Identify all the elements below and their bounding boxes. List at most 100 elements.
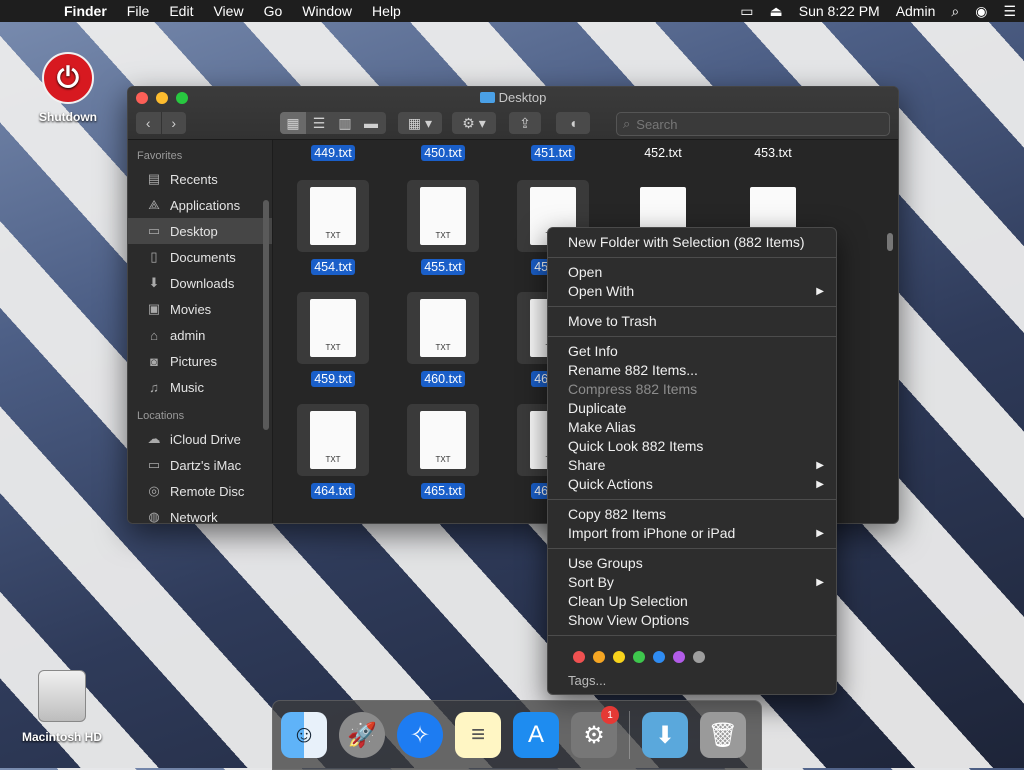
tag-blue[interactable] xyxy=(653,651,665,663)
clock[interactable]: Sun 8:22 PM xyxy=(791,3,888,19)
tag-yellow[interactable] xyxy=(613,651,625,663)
sidebar-item-admin[interactable]: ⌂ admin xyxy=(128,322,272,348)
sidebar-label: iCloud Drive xyxy=(170,431,241,447)
trash-icon[interactable]: 🗑 xyxy=(700,712,746,758)
notification-badge: 1 xyxy=(601,706,619,724)
submenu-arrow-icon: ▶ xyxy=(816,479,824,490)
applications-icon: ⟁ xyxy=(148,197,160,212)
gallery-view-button[interactable]: ▬ xyxy=(358,112,384,134)
menu-item-open-with[interactable]: Open With ▶ xyxy=(548,282,836,301)
tag-red[interactable] xyxy=(573,651,585,663)
sidebar-item-desktop[interactable]: ▭ Desktop xyxy=(128,218,272,244)
file-item[interactable]: 449.txt xyxy=(278,144,388,162)
file-item[interactable]: 460.txt xyxy=(388,292,498,388)
menu-item-make-alias[interactable]: Make Alias xyxy=(548,418,836,437)
back-button[interactable]: ‹ xyxy=(136,112,162,134)
group-button[interactable]: ▦ ▾ xyxy=(398,112,442,134)
tag-green[interactable] xyxy=(633,651,645,663)
file-item[interactable]: 450.txt xyxy=(388,144,498,162)
macintosh-hd-desktop-icon[interactable]: Macintosh HD xyxy=(14,670,110,744)
file-item[interactable]: 452.txt xyxy=(608,144,718,162)
file-item[interactable]: 459.txt xyxy=(278,292,388,388)
sidebar-item-applications[interactable]: ⟁ Applications xyxy=(128,192,272,218)
menu-item-quick-actions[interactable]: Quick Actions ▶ xyxy=(548,475,836,494)
menu-window[interactable]: Window xyxy=(292,3,362,19)
sidebar-item-downloads[interactable]: ⬇ Downloads xyxy=(128,270,272,296)
list-view-button[interactable]: ☰ xyxy=(306,112,332,134)
menu-item-show-view-options[interactable]: Show View Options xyxy=(548,611,836,630)
content-scrollbar[interactable] xyxy=(887,233,893,251)
notification-center-icon[interactable]: ☰ xyxy=(995,3,1024,20)
sidebar-item-icloud-drive[interactable]: ☁ iCloud Drive xyxy=(128,426,272,452)
file-item[interactable]: 464.txt xyxy=(278,404,388,500)
menu-item-tags[interactable]: Tags... xyxy=(548,671,836,690)
sidebar-item-movies[interactable]: ▣ Movies xyxy=(128,296,272,322)
menu-item-rename[interactable]: Rename 882 Items... xyxy=(548,361,836,380)
notes-icon[interactable]: ≡ xyxy=(455,712,501,758)
group-icon: ▦ ▾ xyxy=(407,114,433,131)
file-name: 451.txt xyxy=(531,145,575,161)
sidebar-item-remote-disc[interactable]: ◎ Remote Disc xyxy=(128,478,272,504)
search-placeholder: Search xyxy=(636,116,678,132)
menu-item-clean-up-selection[interactable]: Clean Up Selection xyxy=(548,592,836,611)
sidebar-item-music[interactable]: ♫ Music xyxy=(128,374,272,400)
file-item[interactable]: 451.txt xyxy=(498,144,608,162)
file-item[interactable]: 454.txt xyxy=(278,180,388,276)
menu-item-import-from-iphone[interactable]: Import from iPhone or iPad ▶ xyxy=(548,524,836,543)
siri-icon[interactable]: ◉ xyxy=(967,3,995,20)
submenu-arrow-icon: ▶ xyxy=(816,286,824,297)
menu-help[interactable]: Help xyxy=(362,3,411,19)
sidebar-scrollbar[interactable] xyxy=(263,200,269,430)
share-button[interactable]: ⇪ xyxy=(509,112,541,134)
menu-separator xyxy=(548,306,836,307)
shutdown-desktop-icon[interactable]: ⏻ Shutdown xyxy=(36,52,100,124)
display-mirror-icon[interactable]: ▭ xyxy=(732,3,761,20)
sidebar-item-network[interactable]: ◍ Network xyxy=(128,504,272,524)
menu-item-sort-by[interactable]: Sort By ▶ xyxy=(548,573,836,592)
menu-view[interactable]: View xyxy=(203,3,253,19)
finder-icon[interactable]: ☺ xyxy=(281,712,327,758)
app-menu[interactable]: Finder xyxy=(54,3,117,19)
tag-colors xyxy=(548,641,836,667)
file-item[interactable]: 453.txt xyxy=(718,144,828,162)
menu-item-get-info[interactable]: Get Info xyxy=(548,342,836,361)
column-view-button[interactable]: ▥ xyxy=(332,112,358,134)
menu-item-open[interactable]: Open xyxy=(548,263,836,282)
launchpad-icon[interactable]: 🚀 xyxy=(339,712,385,758)
menu-edit[interactable]: Edit xyxy=(159,3,203,19)
tags-button[interactable]: ◖ xyxy=(556,112,590,134)
file-item[interactable]: 465.txt xyxy=(388,404,498,500)
system-preferences-icon[interactable]: ⚙ 1 xyxy=(571,706,619,758)
menu-item-use-groups[interactable]: Use Groups xyxy=(548,554,836,573)
nav-buttons: ‹ › xyxy=(136,112,186,134)
downloads-folder-icon[interactable]: ⬇ xyxy=(642,712,688,758)
sidebar-item-pictures[interactable]: ◙ Pictures xyxy=(128,348,272,374)
search-field[interactable]: ⌕ Search xyxy=(616,112,890,136)
user-menu[interactable]: Admin xyxy=(888,3,944,19)
tag-orange[interactable] xyxy=(593,651,605,663)
menu-go[interactable]: Go xyxy=(254,3,293,19)
eject-icon[interactable]: ⏏ xyxy=(762,3,791,20)
menu-item-duplicate[interactable]: Duplicate xyxy=(548,399,836,418)
menu-item-new-folder-with-selection[interactable]: New Folder with Selection (882 Items) xyxy=(548,233,836,252)
menu-file[interactable]: File xyxy=(117,3,160,19)
menu-item-quick-look[interactable]: Quick Look 882 Items xyxy=(548,437,836,456)
menu-separator xyxy=(548,336,836,337)
locations-header: Locations xyxy=(137,410,185,422)
forward-button[interactable]: › xyxy=(162,112,187,134)
file-item[interactable]: 455.txt xyxy=(388,180,498,276)
menu-item-copy[interactable]: Copy 882 Items xyxy=(548,505,836,524)
tag-purple[interactable] xyxy=(673,651,685,663)
safari-icon[interactable]: ✧ xyxy=(397,712,443,758)
sidebar-item-documents[interactable]: ▯ Documents xyxy=(128,244,272,270)
icon-view-button[interactable]: ▦ xyxy=(280,112,306,134)
spotlight-search-icon[interactable]: ⌕ xyxy=(943,3,967,20)
menu-item-share[interactable]: Share ▶ xyxy=(548,456,836,475)
sidebar-item-recents[interactable]: ▤ Recents xyxy=(128,166,272,192)
action-button[interactable]: ⚙ ▾ xyxy=(452,112,496,134)
app-store-icon[interactable]: A xyxy=(513,712,559,758)
tag-gray[interactable] xyxy=(693,651,705,663)
sidebar-label: Network xyxy=(170,509,218,524)
menu-item-move-to-trash[interactable]: Move to Trash xyxy=(548,312,836,331)
sidebar-item-imac[interactable]: ▭ Dartz's iMac xyxy=(128,452,272,478)
